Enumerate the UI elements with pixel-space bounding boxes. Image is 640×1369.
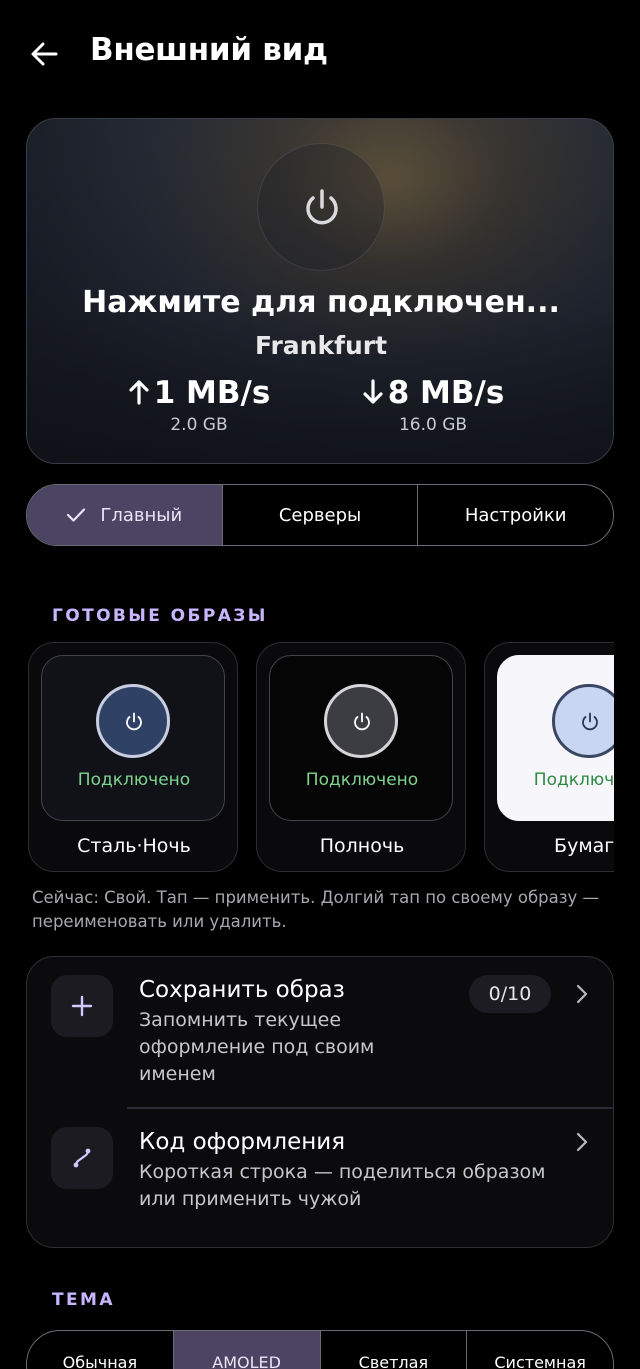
preset-power-circle	[324, 684, 398, 758]
presets-section-label: ГОТОВЫЕ ОБРАЗЫ	[52, 606, 268, 626]
preset-preview: Подключено	[497, 655, 614, 821]
theme-option-label: Обычная	[62, 1353, 138, 1369]
download-total: 16.0 GB	[398, 415, 468, 435]
theme-option-system[interactable]: Системная	[466, 1331, 613, 1369]
preset-card-midnight[interactable]: Подключено Полночь	[256, 642, 466, 872]
theme-option-light[interactable]: Светлая	[319, 1331, 467, 1369]
route-icon	[73, 1148, 91, 1168]
theme-section-label: ТЕМА	[52, 1290, 115, 1310]
preset-name: Сталь·Ночь	[77, 835, 191, 857]
theme-option-label: Светлая	[358, 1353, 429, 1369]
presets-hint: Сейчас: Свой. Тап — применить. Долгий та…	[32, 888, 599, 931]
preset-power-circle	[96, 684, 170, 758]
plus-icon	[71, 995, 93, 1017]
theme-option-label: Системная	[494, 1353, 586, 1369]
saved-count-badge: 0/10	[469, 975, 551, 1013]
download-speed: 8 MB/s	[387, 375, 505, 411]
tab-settings[interactable]: Настройки	[417, 485, 613, 545]
tab-servers-label: Серверы	[278, 504, 362, 526]
connection-preview-card[interactable]: Нажмите для подключен... Frankfurt 1 MB/…	[26, 118, 614, 464]
download-stats: 8 MB/s 16.0 GB	[333, 375, 533, 435]
upload-stats: 1 MB/s 2.0 GB	[99, 375, 299, 435]
save-preset-row[interactable]: Сохранить образ Запомнить текущее оформл…	[27, 957, 613, 1107]
connection-status: Нажмите для подключен...	[82, 285, 560, 320]
page-title: Внешний вид	[90, 32, 328, 68]
arrow-left-icon	[31, 42, 58, 66]
chevron-right-icon	[576, 1132, 588, 1152]
presets-carousel[interactable]: Подключено Сталь·Ночь Подключено Полночь	[28, 642, 614, 872]
check-icon	[67, 508, 86, 522]
tab-main[interactable]: Главный	[27, 485, 222, 545]
power-icon	[126, 712, 142, 731]
tab-settings-label: Настройки	[464, 504, 567, 526]
preset-card-paper[interactable]: Подключено Бумага	[484, 642, 614, 872]
actions-card: Сохранить образ Запомнить текущее оформл…	[26, 956, 614, 1248]
upload-speed: 1 MB/s	[153, 375, 271, 411]
power-icon	[582, 712, 598, 731]
preset-card-steel-night[interactable]: Подключено Сталь·Ночь	[28, 642, 238, 872]
tab-servers[interactable]: Серверы	[221, 485, 418, 545]
preset-name: Бумага	[554, 835, 614, 857]
power-icon	[354, 712, 370, 731]
nav-tabs: Главный Серверы Настройки	[26, 484, 614, 546]
theme-selector: Обычная AMOLED Светлая Системная	[26, 1330, 614, 1369]
save-preset-description: Запомнить текущее оформление под своим и…	[139, 1009, 375, 1085]
theme-option-amoled[interactable]: AMOLED	[172, 1331, 320, 1369]
upload-total: 2.0 GB	[170, 415, 228, 435]
power-icon	[306, 189, 338, 225]
chevron-right-icon	[576, 984, 588, 1004]
theme-option-label: AMOLED	[212, 1353, 281, 1369]
tab-main-label: Главный	[100, 504, 183, 526]
preset-preview: Подключено	[41, 655, 225, 821]
preset-name: Полночь	[319, 835, 405, 857]
theme-code-row[interactable]: Код оформления Короткая строка — поделит…	[27, 1109, 613, 1247]
preset-power-circle	[552, 684, 614, 758]
theme-code-description: Короткая строка — поделиться образом или…	[139, 1161, 546, 1210]
top-app-bar: Внешний вид	[0, 0, 640, 110]
theme-code-title: Код оформления	[139, 1129, 346, 1155]
preset-status: Подключено	[533, 770, 614, 790]
server-location: Frankfurt	[254, 331, 388, 360]
save-preset-icon-box	[51, 975, 113, 1037]
preset-status: Подключено	[305, 770, 419, 790]
connect-button[interactable]	[257, 143, 385, 271]
preset-preview: Подключено	[269, 655, 453, 821]
arrow-down-icon	[363, 379, 383, 404]
arrow-up-icon	[129, 380, 149, 405]
preset-status: Подключено	[77, 770, 191, 790]
back-button[interactable]	[26, 36, 66, 72]
save-preset-title: Сохранить образ	[139, 977, 345, 1003]
theme-code-icon-box	[51, 1127, 113, 1189]
theme-option-normal[interactable]: Обычная	[27, 1331, 173, 1369]
